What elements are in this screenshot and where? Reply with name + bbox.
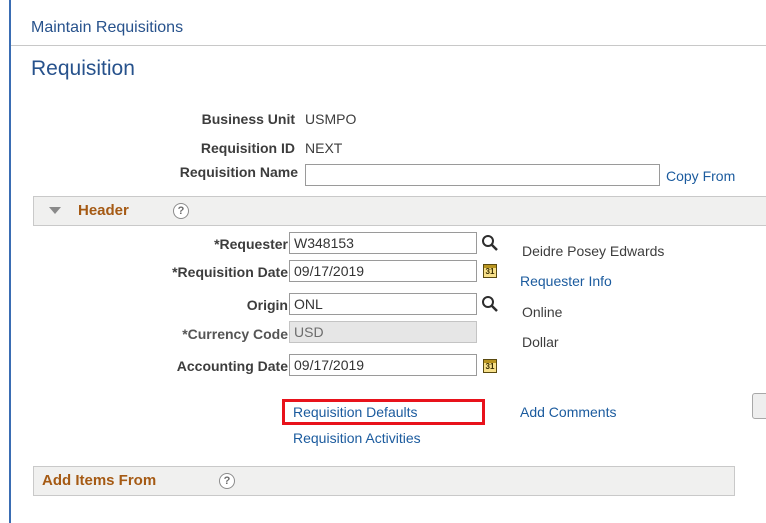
- business-unit-label: Business Unit: [201, 111, 295, 127]
- accounting-date-label: Accounting Date: [176, 358, 288, 374]
- accounting-date-calendar-icon[interactable]: 31: [483, 359, 497, 373]
- accounting-date-input[interactable]: [289, 354, 477, 376]
- requisition-name-input[interactable]: [305, 164, 660, 186]
- add-items-help-icon[interactable]: ?: [219, 473, 235, 489]
- header-section-bar[interactable]: Header ?: [33, 196, 766, 226]
- requester-input[interactable]: [289, 232, 477, 254]
- requisition-date-calendar-icon[interactable]: 31: [483, 264, 497, 278]
- requisition-date-input[interactable]: [289, 260, 477, 282]
- currency-code-label: *Currency Code: [182, 326, 288, 342]
- requisition-defaults-link[interactable]: Requisition Defaults: [293, 404, 418, 420]
- add-items-section-title[interactable]: Add Items From: [42, 472, 156, 489]
- requisition-activities-link[interactable]: Requisition Activities: [293, 430, 421, 446]
- breadcrumb[interactable]: Maintain Requisitions: [31, 19, 183, 37]
- currency-code-input: [289, 321, 477, 343]
- requisition-id-value: NEXT: [305, 140, 343, 156]
- add-comments-link[interactable]: Add Comments: [520, 404, 616, 420]
- requisition-name-label: Requisition Name: [179, 164, 298, 180]
- requisition-id-label: Requisition ID: [200, 140, 295, 156]
- requester-lookup-icon[interactable]: [481, 234, 499, 252]
- collapse-triangle-icon[interactable]: [49, 207, 61, 214]
- page-title: Requisition: [31, 57, 135, 80]
- requester-description: Deidre Posey Edwards: [522, 243, 665, 259]
- origin-lookup-icon[interactable]: [481, 295, 499, 313]
- requester-label: *Requester: [214, 236, 288, 252]
- add-items-section-bar[interactable]: Add Items From ?: [33, 466, 735, 496]
- copy-from-link[interactable]: Copy From: [666, 168, 735, 184]
- business-unit-value: USMPO: [305, 111, 357, 127]
- currency-description: Dollar: [522, 334, 559, 350]
- requisition-date-label: *Requisition Date: [172, 264, 288, 280]
- origin-input[interactable]: [289, 293, 477, 315]
- origin-description: Online: [522, 304, 563, 320]
- help-icon[interactable]: ?: [173, 203, 189, 219]
- breadcrumb-bar: Maintain Requisitions: [11, 14, 766, 46]
- origin-label: Origin: [246, 297, 288, 313]
- partial-button[interactable]: [752, 393, 766, 419]
- header-section-title[interactable]: Header: [78, 202, 129, 219]
- requester-info-link[interactable]: Requester Info: [520, 273, 612, 289]
